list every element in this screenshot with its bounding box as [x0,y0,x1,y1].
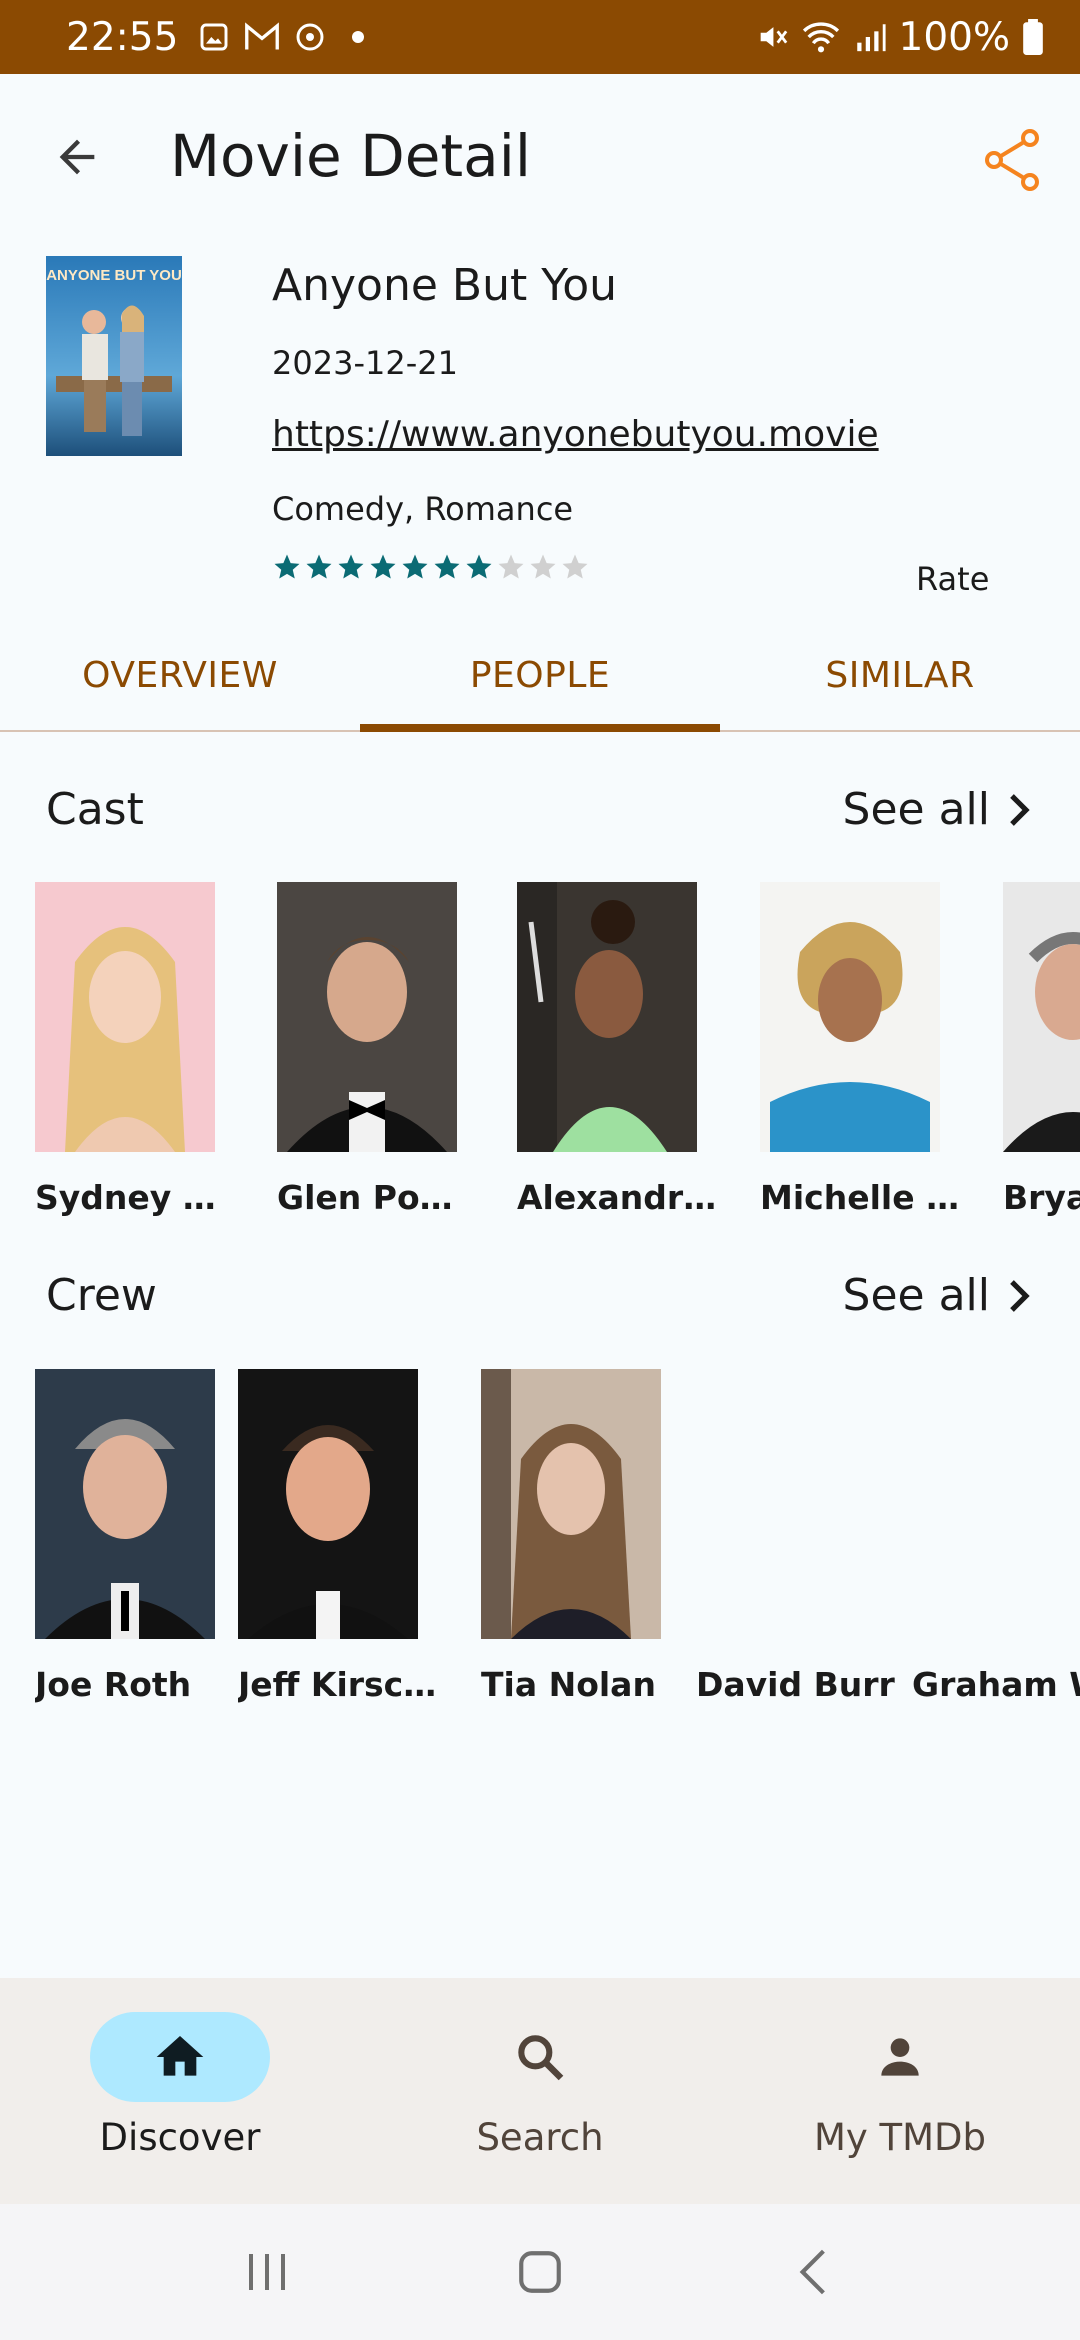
system-navigation-bar [0,2204,1080,2340]
recent-apps-icon [248,2254,285,2290]
chevron-right-icon [1010,1279,1030,1312]
cast-name: Michelle … [760,1178,960,1217]
bottom-navigation: Discover Search My TMDb [0,1978,1080,2204]
cast-card[interactable]: Alexandra… [517,882,717,1217]
crew-name: David Burr [696,1665,895,1704]
cast-card[interactable]: Sydney S… [35,882,235,1217]
crew-card[interactable]: Joe Roth [35,1369,215,1704]
chevron-right-icon [1010,793,1030,826]
nav-discover[interactable]: Discover [0,1978,360,2204]
back-chevron-icon [799,2249,826,2295]
nav-search-label: Search [476,2116,604,2159]
status-time: 22:55 [66,14,179,60]
home-button[interactable] [500,2232,580,2312]
star-filled-icon [338,554,364,579]
tab-bar: OVERVIEW PEOPLE SIMILAR [0,620,1080,732]
star-filled-icon [274,554,300,579]
cast-photo [35,882,215,1152]
mute-icon [760,27,787,47]
cast-photo [760,882,940,1152]
crew-photo-placeholder [912,1369,1080,1639]
wifi-icon [802,22,839,53]
cast-photo [1003,882,1080,1152]
cast-card[interactable]: Brya [1003,882,1080,1217]
star-filled-icon [402,554,428,579]
movie-title: Anyone But You [272,260,618,311]
cast-photo [517,882,697,1152]
rate-button[interactable]: Rate [916,560,989,598]
nav-my-tmdb-label: My TMDb [813,2116,987,2159]
cast-photo [277,882,457,1152]
nav-my-tmdb-pill [810,2012,990,2102]
nav-my-tmdb[interactable]: My TMDb [720,1978,1080,2204]
tab-similar[interactable]: SIMILAR [720,620,1080,730]
cast-name: Sydney S… [35,1178,235,1217]
nav-discover-pill [90,2012,270,2102]
cast-title: Cast [46,784,144,835]
system-status-icons: 100% [755,15,1045,60]
crew-card[interactable]: David Burr [696,1369,895,1704]
nav-discover-label: Discover [99,2116,261,2159]
crew-name: Jeff Kirsc… [238,1665,437,1704]
cast-name: Brya [1003,1178,1080,1217]
battery-percentage: 100% [898,14,1011,60]
crew-name: Graham W. [912,1665,1080,1704]
battery-icon [1023,19,1043,55]
sync-icon [296,23,324,51]
cast-card[interactable]: Michelle … [760,882,959,1217]
star-filled-icon [370,554,396,579]
share-icon [985,129,1039,191]
nav-search-pill [450,2012,630,2102]
page-title: Movie Detail [170,122,531,190]
cast-name: Alexandra… [517,1178,717,1217]
crew-photo [238,1369,418,1639]
home-icon [156,2036,204,2076]
release-date: 2023-12-21 [272,344,458,382]
gallery-icon [200,23,228,51]
genres: Comedy, Romance [272,490,574,528]
recent-apps-button[interactable] [227,2232,307,2312]
gmail-icon [245,22,280,50]
tab-overview[interactable]: OVERVIEW [0,620,360,730]
rating-stars [272,552,590,582]
crew-see-all-button[interactable]: See all [843,1270,1034,1321]
crew-photo-placeholder [696,1369,876,1639]
movie-poster[interactable]: ANYONE BUT YOU [46,256,182,456]
homepage-link[interactable]: https://www.anyonebutyou.movie [272,414,879,455]
star-empty-icon [498,554,524,579]
crew-photo [35,1369,215,1639]
crew-name: Tia Nolan [481,1665,656,1704]
crew-name: Joe Roth [35,1665,192,1704]
star-empty-icon [530,554,556,579]
search-icon [518,2035,564,2081]
cast-name: Glen Powell [277,1178,477,1217]
status-bar: 22:55 100% [0,0,1080,74]
cast-see-all-button[interactable]: See all [843,784,1034,835]
arrow-back-icon [59,139,95,175]
person-icon [881,2038,919,2076]
star-filled-icon [434,554,460,579]
cast-card[interactable]: Glen Powell [277,882,477,1217]
crew-see-all-label: See all [842,1270,990,1321]
signal-icon [856,24,886,52]
star-empty-icon [562,554,588,579]
system-back-button[interactable] [773,2232,853,2312]
notification-icons [198,21,365,53]
star-filled-icon [466,554,492,579]
cast-see-all-label: See all [842,784,990,835]
share-button[interactable] [972,120,1052,200]
crew-card[interactable]: Tia Nolan [481,1369,661,1704]
back-button[interactable] [40,120,114,194]
crew-title: Crew [46,1270,157,1321]
nav-search[interactable]: Search [360,1978,720,2204]
tab-people[interactable]: PEOPLE [360,620,720,732]
top-app-bar: Movie Detail [0,74,1080,236]
poster-title-text: ANYONE BUT YOU [46,267,182,284]
crew-photo [481,1369,661,1639]
crew-card[interactable]: Graham W. [912,1369,1080,1704]
star-filled-icon [306,554,332,579]
more-notifications-dot [352,31,365,43]
home-circle-icon [519,2251,561,2293]
crew-card[interactable]: Jeff Kirsc… [238,1369,436,1704]
